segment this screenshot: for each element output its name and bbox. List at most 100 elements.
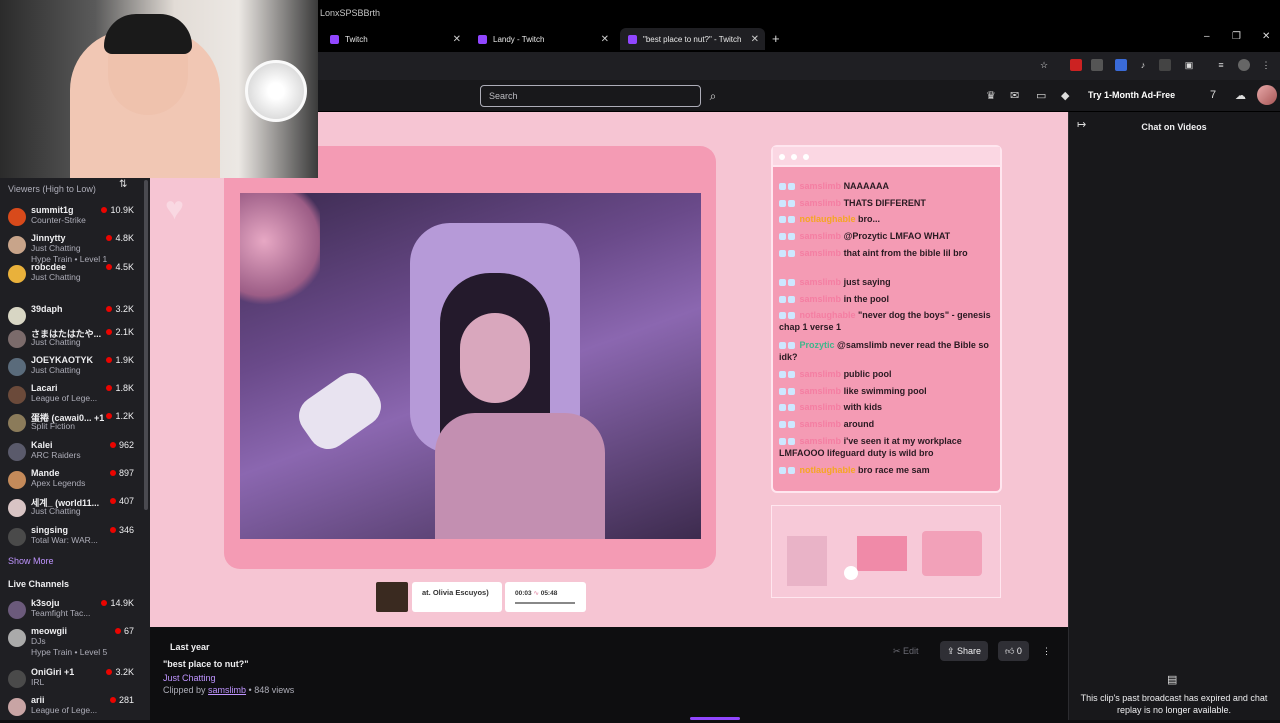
overlay-chat-line: samslimb just saying [779,276,995,288]
chat-badge-icon [779,467,786,475]
user-avatar[interactable] [1257,85,1277,105]
tab-twitch[interactable]: Twitch ✕ [322,28,467,50]
sidebar-channel-row[interactable]: 세계_ (world11... Just Chatting 407 [0,496,146,524]
close-tab-icon[interactable]: ✕ [751,34,759,45]
live-dot-icon [106,413,113,419]
adfree-button[interactable]: Try 1-Month Ad-Free [1088,89,1175,101]
profile-icon[interactable] [1238,59,1250,71]
7tv-icon[interactable]: 7 [1210,89,1216,101]
media-icon[interactable]: ≡ [1215,59,1227,71]
chat-message: NAAAAAA [843,181,890,191]
chat-username: samslimb [799,277,842,287]
chat-message: public pool [843,369,892,379]
sidebar-channel-row[interactable]: k3soju Teamfight Tac... 14.9K [0,598,146,626]
viewer-count: 10.9K [101,205,134,215]
viewer-count: 1.8K [106,383,134,393]
tab-label: "best place to nut?" - Twitch [643,34,742,44]
close-tab-icon[interactable]: ✕ [601,34,609,45]
music-widget: at. Olivia Escuyos) 00:03 ∿ 05:48 [376,582,586,612]
sidebar-channel-row[interactable]: JOEYKAOTYK Just Chatting 1.9K [0,355,146,383]
maximize-button[interactable]: ❐ [1232,31,1241,42]
channel-avatar [8,670,26,688]
search-icon[interactable]: ⌕ [703,85,723,107]
overlay-chat-line: notlaughable bro race me sam [779,464,995,476]
notifications-icon[interactable]: ☁ [1235,89,1246,102]
sidebar-channel-row[interactable]: Jinnytty Just Chatting Hype Train • Level … [0,233,146,264]
sidebar-channel-row[interactable]: singsing Total War: WAR... 346 [0,525,146,553]
viewer-count: 1.2K [106,411,134,421]
sidebar-channel-row[interactable]: OniGiri +1 IRL 3.2K [0,667,146,695]
extension-icon[interactable] [1115,59,1127,71]
search-input[interactable]: Search [480,85,701,107]
sidebar-channel-row[interactable]: meowgii DJs Hype Train • Level 5 67 [0,626,146,657]
channel-avatar [8,499,26,517]
overlay-chat-line: samslimb public pool [779,368,995,380]
new-tab-button[interactable]: + [772,31,780,46]
whispers-icon[interactable]: ▭ [1036,89,1046,102]
viewer-number: 897 [118,468,134,478]
channel-game: DJs [31,636,46,646]
album-art [376,582,408,612]
extension-icon[interactable] [1159,59,1171,71]
sidebar-channel-row[interactable]: Kalei ARC Raiders 962 [0,440,146,468]
url-text[interactable]: LonxSPSBBrth [320,8,380,18]
bits-icon[interactable]: ◆ [1061,89,1069,102]
sort-label: Viewers (High to Low) [8,184,96,194]
sort-arrows-icon[interactable]: ⇅ [119,179,127,190]
extension-icon[interactable] [1070,59,1082,71]
live-dot-icon [109,498,116,504]
tab-clip[interactable]: "best place to nut?" - Twitch ✕ [620,28,765,50]
share-button[interactable]: ⇪ Share [940,641,989,661]
sidebar-channel-row[interactable]: Lacari League of Lege... 1.8K [0,383,146,411]
clipper-link[interactable]: samslimb [208,685,246,695]
sidebar-channel-row[interactable]: さまはたはたや... Just Chatting 2.1K [0,327,146,355]
channel-game: Just Chatting [31,506,81,516]
extension-icon[interactable] [1091,59,1103,71]
live-dot-icon [106,264,113,270]
song-title: at. Olivia Escuyos) [412,582,502,612]
close-tab-icon[interactable]: ✕ [453,34,461,45]
live-dot-icon [101,207,108,213]
show-more-link[interactable]: Show More [8,556,54,566]
channel-avatar [8,443,26,461]
viewer-number: 962 [118,440,134,450]
inbox-icon[interactable]: ✉ [1010,89,1019,102]
viewer-count: 3.2K [106,667,134,677]
bottom-strip [150,714,1068,720]
viewer-count: 2.1K [106,327,134,337]
overlay-chat-line: samslimb in the pool [779,293,995,305]
channel-avatar [8,629,26,647]
views-count: • 848 views [246,685,295,695]
minimize-button[interactable]: – [1204,31,1210,42]
more-options-button[interactable]: ⋮ [1035,641,1058,661]
channel-name: Kalei [31,440,53,450]
viewer-number: 4.5K [115,262,134,272]
sidebar-channel-row[interactable]: arii League of Lege... 281 [0,695,146,723]
tab-landy[interactable]: Landy - Twitch ✕ [470,28,615,50]
viewer-count: 3.2K [106,304,134,314]
chat-badge-icon [788,371,795,379]
stream-video[interactable] [240,193,701,539]
edit-button[interactable]: ✂ Edit [886,641,926,661]
chat-badge-icon [788,279,795,287]
browser-menu-icon[interactable]: ⋮ [1260,59,1272,71]
like-button[interactable]: 👍︎ 0 [998,641,1029,661]
bookmark-star-icon[interactable]: ☆ [1038,59,1050,71]
channel-avatar [8,528,26,546]
chat-message: like swimming pool [843,386,927,396]
viewer-count: 14.9K [101,598,134,608]
close-window-button[interactable]: ✕ [1262,31,1270,42]
sidebar-channel-row[interactable]: 蛋捲 (cawai0... +1 Split Fiction 1.2K [0,411,146,439]
prime-crown-icon[interactable]: ♛ [986,89,996,102]
chat-badge-icon [779,200,786,208]
chat-username: samslimb [799,436,842,446]
volume-icon[interactable]: ♪ [1137,59,1149,71]
sidebar-channel-row[interactable]: summit1g Counter-Strike 10.9K [0,205,146,233]
sidebar-channel-row[interactable]: Mande Apex Legends 897 [0,468,146,496]
game-link[interactable]: Just Chatting [163,673,216,683]
live-dot-icon [106,306,113,312]
chat-badge-icon [788,183,795,191]
sidebar-channel-row[interactable]: robcdee Just Chatting 4.5K [0,262,146,290]
extensions-puzzle-icon[interactable]: ▣ [1183,59,1195,71]
edit-label: Edit [903,646,919,656]
